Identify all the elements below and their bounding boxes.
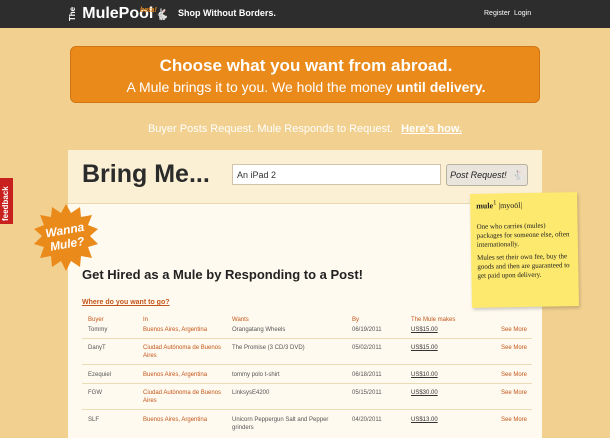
location-cell[interactable]: Ciudad Autónoma de Buenos Aires bbox=[143, 344, 223, 360]
definition-pronunciation: |myoōl| bbox=[498, 200, 523, 211]
logo-the: The bbox=[68, 6, 78, 22]
date-cell: 05/15/2011 bbox=[352, 390, 382, 396]
definition-word: mule bbox=[476, 201, 494, 211]
buyer-cell: Ezequiel bbox=[88, 372, 112, 378]
amount-cell: US$30.00 bbox=[411, 390, 438, 396]
feedback-label: feedback bbox=[1, 186, 10, 221]
column-by: By bbox=[352, 317, 360, 323]
date-cell: 05/02/2011 bbox=[352, 345, 382, 351]
feedback-tab[interactable]: feedback bbox=[0, 178, 13, 224]
definition-head: mule1 |myoōl| bbox=[476, 198, 571, 210]
column-buyer: Buyer bbox=[88, 317, 104, 323]
hero-line-2: A Mule brings it to you. We hold the mon… bbox=[71, 79, 541, 95]
amount-cell: US$10.00 bbox=[411, 372, 438, 378]
mule-icon: 🐇 bbox=[155, 9, 170, 21]
location-cell[interactable]: Buenos Aires, Argentina bbox=[143, 416, 223, 424]
wants-cell: LinksysE4200 bbox=[232, 390, 270, 396]
wants-cell: The Promise (3 CD/3 DVD) bbox=[232, 345, 305, 351]
mule-icon: 🐇 bbox=[512, 169, 524, 180]
column-in: In bbox=[143, 317, 149, 323]
definition-2: Mules set their own fee, buy the goods a… bbox=[477, 251, 570, 280]
location-cell[interactable]: Ciudad Autónoma de Buenos Aires bbox=[143, 389, 223, 405]
buyer-cell: SLF bbox=[88, 417, 100, 423]
see-more-link[interactable]: See More bbox=[501, 344, 527, 352]
buyer-cell: DanyT bbox=[88, 345, 106, 351]
see-more-link[interactable]: See More bbox=[501, 416, 527, 424]
location-cell[interactable]: Buenos Aires, Argentina bbox=[143, 326, 223, 334]
login-link[interactable]: Login bbox=[514, 10, 531, 17]
amount-cell: US$15.00 bbox=[411, 327, 438, 333]
heres-how-link[interactable]: Here's how. bbox=[401, 123, 462, 135]
hero-banner: Choose what you want from abroad. A Mule… bbox=[70, 46, 540, 103]
beta-label: beta! bbox=[140, 7, 157, 14]
buyer-cell: FGW bbox=[88, 390, 102, 396]
date-cell: 06/19/2011 bbox=[352, 327, 382, 333]
logo[interactable]: The MulePool 🐇 beta! bbox=[66, 3, 169, 25]
wants-cell: Unicorn Peppergun Salt and Pepper grinde… bbox=[232, 417, 329, 431]
amount-cell: US$15.00 bbox=[411, 345, 438, 351]
listing-heading: Get Hired as a Mule by Responding to a P… bbox=[82, 267, 363, 282]
hero-line-2-emphasis: until delivery. bbox=[396, 79, 486, 95]
post-request-label: Post Request! bbox=[450, 170, 507, 180]
wants-cell: Orangatang Wheels bbox=[232, 327, 286, 333]
row-divider bbox=[82, 338, 532, 339]
register-link[interactable]: Register bbox=[484, 10, 510, 17]
definition-sup: 1 bbox=[493, 199, 497, 207]
top-bar: The MulePool 🐇 beta! Shop Without Borders.… bbox=[0, 0, 610, 28]
mule-definition-note: mule1 |myoōl| One who carries (mules) pa… bbox=[470, 192, 579, 308]
tagline: Shop Without Borders. bbox=[178, 8, 276, 18]
hero-line-1: Choose what you want from abroad. bbox=[159, 56, 453, 75]
where-link[interactable]: Where do you want to go? bbox=[82, 299, 170, 306]
column-wants: Wants bbox=[232, 317, 249, 323]
see-more-link[interactable]: See More bbox=[501, 326, 527, 334]
hero-line-2-text: A Mule brings it to you. We hold the mon… bbox=[126, 79, 397, 95]
row-divider bbox=[82, 364, 532, 365]
how-it-works-text: Buyer Posts Request. Mule Responds to Re… bbox=[147, 123, 394, 135]
how-it-works-line: Buyer Posts Request. Mule Responds to Re… bbox=[0, 123, 610, 135]
request-input[interactable] bbox=[232, 164, 441, 185]
row-divider bbox=[82, 409, 532, 410]
date-cell: 04/20/2011 bbox=[352, 417, 382, 423]
amount-cell: US$13.00 bbox=[411, 417, 438, 423]
see-more-link[interactable]: See More bbox=[501, 371, 527, 379]
wanna-mule-badge[interactable]: Wanna Mule? bbox=[30, 202, 102, 274]
see-more-link[interactable]: See More bbox=[501, 389, 527, 397]
column-mule-makes: The Mule makes bbox=[411, 317, 456, 323]
bring-me-title: Bring Me... bbox=[82, 160, 210, 188]
definition-1: One who carries (mules) packages for som… bbox=[476, 221, 570, 249]
date-cell: 06/18/2011 bbox=[352, 372, 382, 378]
buyer-cell: Tommy bbox=[88, 327, 108, 333]
wants-cell: tommy polo t-shirt bbox=[232, 372, 280, 378]
post-request-button[interactable]: Post Request! 🐇 bbox=[446, 164, 528, 186]
location-cell[interactable]: Buenos Aires, Argentina bbox=[143, 371, 223, 379]
row-divider bbox=[82, 383, 532, 384]
